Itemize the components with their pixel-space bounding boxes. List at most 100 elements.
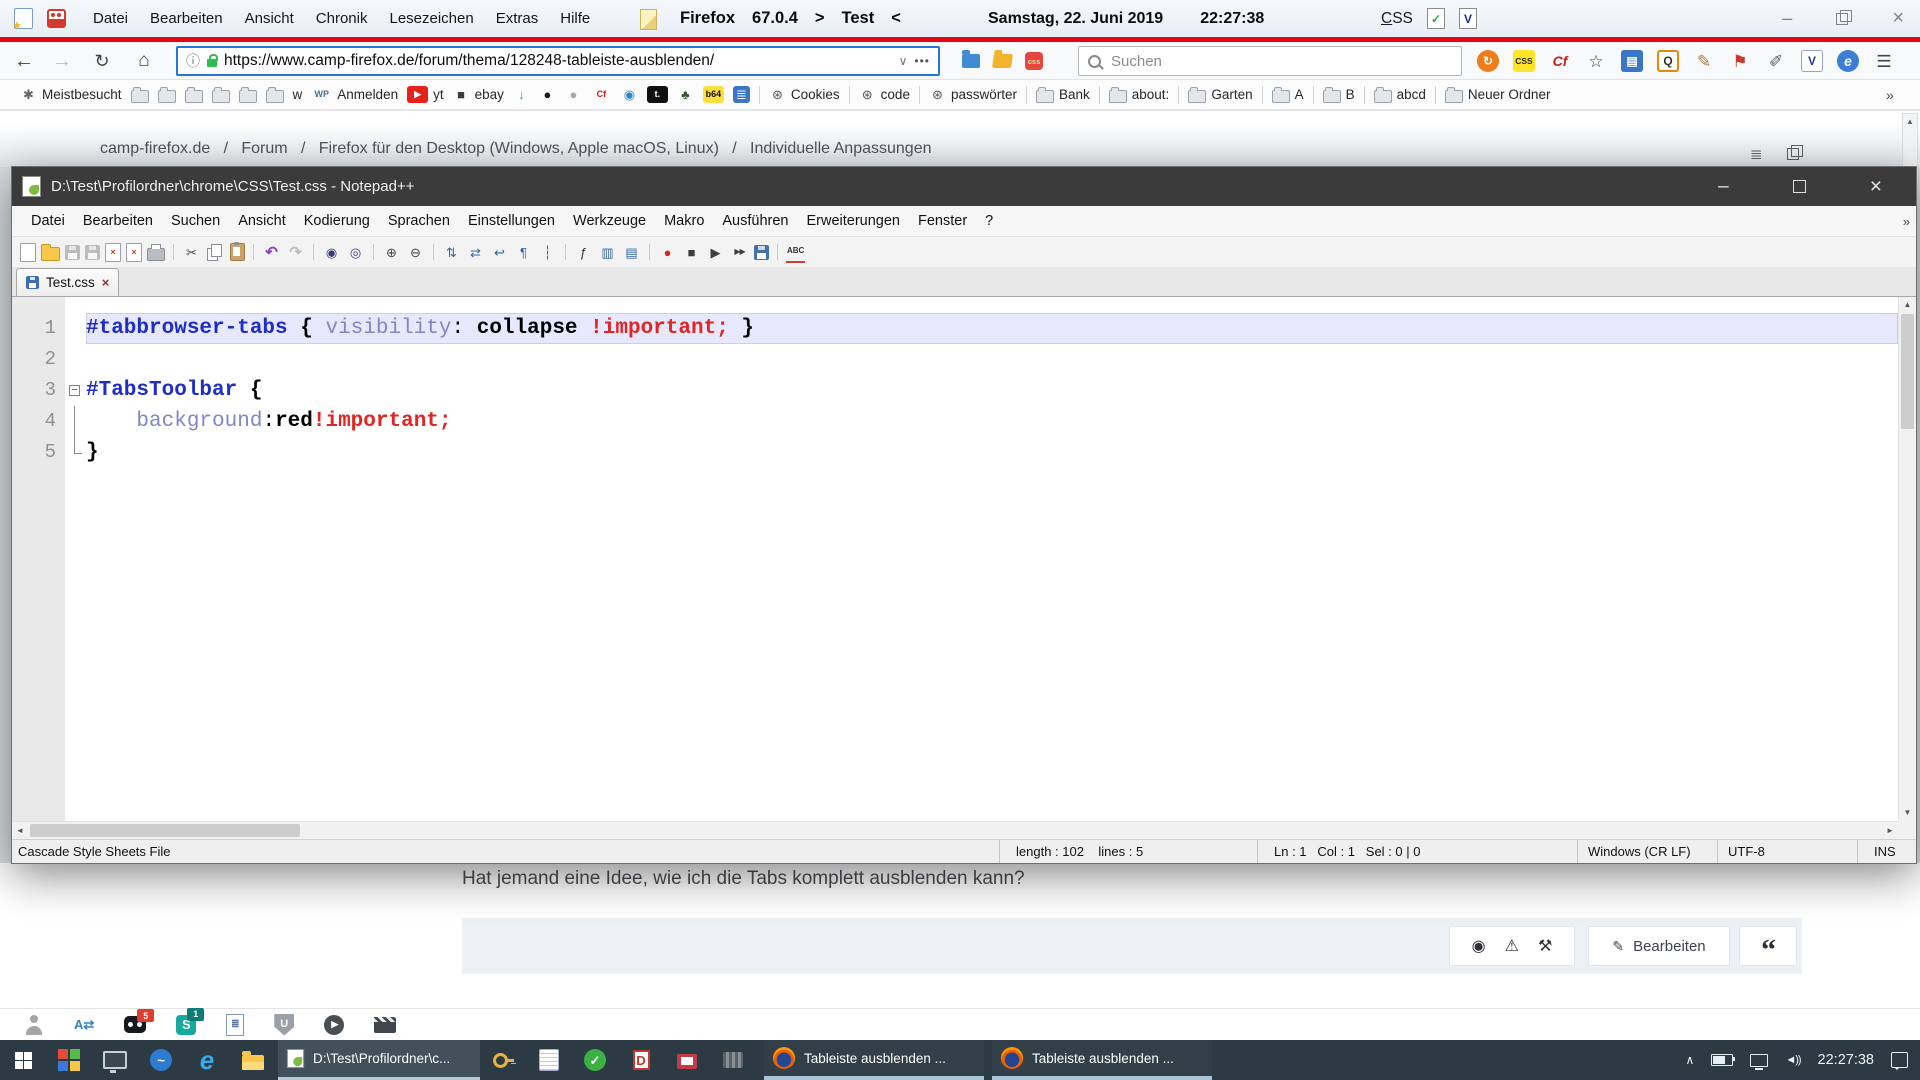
menu-item[interactable]: Hilfe — [549, 10, 601, 27]
bookmark-neuer-ordner[interactable]: Neuer Ordner — [1445, 87, 1551, 103]
bookmark-wp-anmelden[interactable]: WP Anmelden — [311, 86, 398, 103]
find-icon[interactable]: ◉ — [322, 243, 341, 262]
editor-horizontal-scrollbar[interactable]: ◄► — [12, 821, 1898, 839]
open-file-icon[interactable] — [41, 247, 60, 261]
code-line-2[interactable] — [86, 344, 1898, 375]
restore-button[interactable] — [1836, 13, 1848, 25]
v-addon-icon[interactable]: V — [1801, 50, 1823, 72]
npp-menu-item[interactable]: Ausführen — [713, 213, 797, 229]
bookmark-abcd[interactable]: abcd — [1374, 87, 1426, 103]
app-menu-icon[interactable]: ☰ — [1873, 50, 1895, 72]
clapper-icon[interactable] — [374, 1017, 396, 1033]
stash-s-icon[interactable]: S 1 — [176, 1015, 196, 1035]
page-star-icon[interactable] — [14, 8, 33, 29]
npp-menu-item[interactable]: Bearbeiten — [74, 213, 162, 229]
sync-horizontal-icon[interactable]: ⇄ — [466, 243, 485, 262]
npp-maximize-button[interactable] — [1793, 180, 1806, 193]
scrollbar-thumb[interactable] — [30, 824, 300, 837]
close-all-icon[interactable]: × — [126, 243, 142, 262]
bookmark-list[interactable]: ≣ — [733, 86, 750, 103]
replace-icon[interactable]: ◎ — [346, 243, 365, 262]
bookmark-bank[interactable]: Bank — [1036, 87, 1090, 103]
menu-item[interactable]: Ansicht — [234, 10, 305, 27]
toolbar-separator[interactable] — [373, 244, 374, 260]
toolbar-separator[interactable] — [173, 244, 174, 260]
print-icon[interactable] — [147, 248, 165, 261]
stop-macro-icon[interactable]: ■ — [682, 243, 701, 262]
note-icon[interactable] — [640, 9, 657, 30]
menu-item[interactable]: Datei — [82, 10, 139, 27]
menu-item[interactable]: Extras — [485, 10, 550, 27]
reload-button[interactable] — [84, 42, 120, 80]
info-icon[interactable]: ⓘ — [186, 51, 200, 71]
q-addon-icon[interactable]: Q — [1657, 50, 1679, 72]
undo-icon[interactable]: ↶ — [262, 243, 281, 262]
expand-icon[interactable] — [1787, 148, 1799, 160]
check-table-icon[interactable]: ✓ — [1427, 8, 1445, 29]
bookmarks-overflow-icon[interactable]: » — [1886, 87, 1894, 103]
tray-expand-icon[interactable] — [1686, 1051, 1695, 1069]
redo-icon[interactable]: ↷ — [286, 243, 305, 262]
gutter-line-3[interactable]: 3 — [12, 375, 86, 406]
cut-icon[interactable]: ✂ — [182, 243, 201, 262]
back-button[interactable] — [6, 42, 42, 80]
spellcheck-abc-icon[interactable]: ABC — [786, 242, 805, 263]
bookmark-t[interactable]: t. — [647, 86, 668, 103]
taskbar-media-app-icon[interactable] — [46, 1040, 92, 1080]
breadcrumb[interactable]: camp-firefox.de / Forum / Firefox für de… — [100, 140, 931, 158]
npp-menu-item[interactable]: Einstellungen — [459, 213, 564, 229]
save-all-icon[interactable] — [85, 245, 100, 260]
npp-menu-item[interactable]: Kodierung — [295, 213, 379, 229]
edit-button[interactable]: Bearbeiten — [1588, 926, 1730, 966]
bookmark-cookies[interactable]: ⊛ Cookies — [769, 86, 840, 103]
lock-icon[interactable] — [207, 59, 217, 67]
show-symbols-icon[interactable]: ¶ — [514, 243, 533, 262]
tab-panel-icon[interactable]: ▤ — [1621, 50, 1643, 72]
bookmark-folder[interactable] — [212, 87, 230, 103]
fold-marker[interactable] — [65, 375, 86, 406]
npp-close-button[interactable] — [1870, 175, 1882, 199]
bookmarks-separator[interactable] — [1026, 86, 1027, 104]
bookmark-star-icon[interactable]: ☆ — [1585, 50, 1607, 72]
blue-folder-icon[interactable] — [962, 54, 980, 68]
npp-menu-item[interactable]: Ansicht — [229, 213, 295, 229]
bookmark-folder[interactable] — [185, 87, 203, 103]
flag-script-icon[interactable]: ⚑ — [1729, 50, 1751, 72]
status-eol-format[interactable]: Windows (CR LF) — [1578, 840, 1718, 863]
taskbar-notes-icon[interactable] — [526, 1040, 572, 1080]
gutter-line-2[interactable]: 2 — [12, 344, 86, 375]
bookmark-globe[interactable]: ◉ — [621, 86, 638, 103]
record-macro-icon[interactable]: ● — [658, 243, 677, 262]
bookmark-garten[interactable]: Garten — [1188, 87, 1252, 103]
npp-menu-item[interactable]: Datei — [22, 213, 74, 229]
taskbar-thunderbird-icon[interactable]: ~ — [138, 1040, 184, 1080]
bookmark-folder[interactable] — [131, 87, 149, 103]
bookmark-code[interactable]: ⊛ code — [859, 86, 910, 103]
v-icon[interactable]: V — [1459, 8, 1477, 29]
npp-menu-item[interactable]: Erweiterungen — [798, 213, 910, 229]
paste-icon[interactable] — [230, 243, 245, 261]
autoplay-icon[interactable]: ▶ — [324, 1015, 344, 1035]
bookmark-github[interactable]: ● — [539, 86, 556, 103]
css-smiley-icon[interactable]: css — [1025, 52, 1043, 70]
list-icon[interactable]: ≣ — [1750, 145, 1763, 163]
ublock-shield-icon[interactable]: U — [274, 1014, 294, 1036]
taskbar-film-icon[interactable] — [710, 1040, 756, 1080]
notepadpp-titlebar[interactable]: D:\Test\Profilordner\chrome\CSS\Test.css… — [12, 167, 1916, 206]
stylus-icon[interactable]: ✎ — [1693, 50, 1715, 72]
menu-item[interactable]: Bearbeiten — [139, 10, 234, 27]
open-folder-icon[interactable] — [992, 54, 1013, 68]
npp-minimize-button[interactable] — [1718, 176, 1729, 198]
quote-button[interactable] — [1739, 926, 1797, 966]
bookmark-ebay[interactable]: ■ ebay — [453, 86, 504, 103]
function-list-icon[interactable]: ƒ — [574, 243, 593, 262]
toolbar-separator[interactable] — [313, 244, 314, 260]
bookmarks-separator[interactable] — [1178, 86, 1179, 104]
code-area[interactable]: #tabbrowser-tabs { visibility: collapse … — [86, 297, 1898, 821]
account-person-icon[interactable] — [24, 1015, 44, 1035]
reader-doc-icon[interactable]: ≣ — [226, 1014, 244, 1036]
warning-icon[interactable]: ⚠ — [1505, 936, 1519, 956]
word-wrap-icon[interactable]: ↩ — [490, 243, 509, 262]
taskbar-edge-icon[interactable]: e — [184, 1040, 230, 1080]
swirl-addon-icon[interactable]: e — [1837, 50, 1859, 72]
